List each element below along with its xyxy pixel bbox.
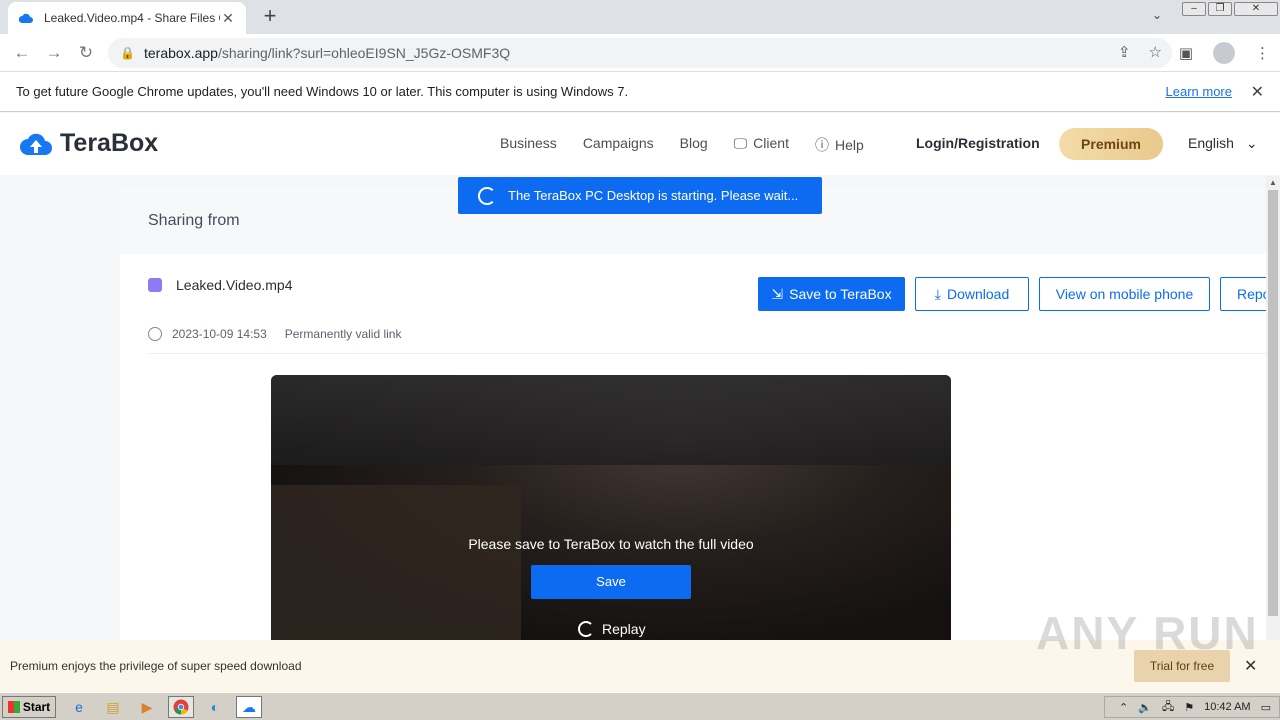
chevron-down-icon: ⌄ <box>1245 135 1258 151</box>
loading-toast: The TeraBox PC Desktop is starting. Plea… <box>458 177 822 214</box>
show-desktop-icon[interactable]: ▭ <box>1261 701 1271 714</box>
share-icon[interactable]: ⇪ <box>1118 43 1131 61</box>
replay-label: Replay <box>602 621 646 637</box>
terabox-favicon-icon <box>18 10 34 26</box>
address-bar[interactable]: 🔒 terabox.app/sharing/link?surl=ohleoEI9… <box>108 38 1172 68</box>
video-player[interactable]: Please save to TeraBox to watch the full… <box>271 375 951 640</box>
trial-for-free-button[interactable]: Trial for free <box>1134 650 1230 682</box>
media-player-icon[interactable]: ▶ <box>134 696 160 718</box>
clock[interactable]: 10:42 AM <box>1204 701 1250 713</box>
save-to-terabox-button[interactable]: ⇲ Save to TeraBox <box>758 277 905 311</box>
nav-client-label: Client <box>753 135 789 151</box>
download-button[interactable]: ⤓ Download <box>915 277 1029 311</box>
page-scrollbar[interactable]: ▲ <box>1266 176 1280 640</box>
minimize-icon[interactable]: – <box>1182 2 1206 16</box>
tab-strip: Leaked.Video.mp4 - Share Files Onlin ✕ +… <box>0 0 1280 34</box>
video-file-icon <box>148 278 162 292</box>
menu-kebab-icon[interactable]: ⋮ <box>1255 44 1270 62</box>
file-meta: 2023-10-09 14:53 Permanently valid link <box>148 327 401 341</box>
internet-explorer-icon[interactable]: e <box>66 696 92 718</box>
tab-close-icon[interactable]: ✕ <box>220 10 236 27</box>
network-icon[interactable]: 🖧 <box>1162 698 1174 717</box>
taskbar-apps: e ▤ ▶ ◐ ☁ <box>66 696 262 718</box>
toast-message: The TeraBox PC Desktop is starting. Plea… <box>508 188 799 203</box>
main-nav: Business Campaigns Blog 🖵 Client ⓘ Help <box>500 135 864 155</box>
tray-expand-icon[interactable]: ⌃ <box>1119 701 1128 714</box>
nav-help-label: Help <box>834 137 864 153</box>
side-panel-icon[interactable]: ▣ <box>1179 44 1193 62</box>
sharing-from-label: Sharing from <box>148 212 240 229</box>
help-circle-icon: ⓘ <box>814 137 829 153</box>
windows-taskbar: Start e ▤ ▶ ◐ ☁ ⌃ 🔈 🖧 ⚑ 10:42 AM ▭ <box>0 692 1280 720</box>
file-row: Leaked.Video.mp4 <box>148 277 293 293</box>
link-validity: Permanently valid link <box>284 327 402 341</box>
start-button[interactable]: Start <box>2 695 56 718</box>
lock-icon[interactable]: 🔒 <box>120 46 135 60</box>
window-close-icon[interactable]: ✕ <box>1234 2 1278 16</box>
language-label: English <box>1188 135 1234 151</box>
system-tray: ⌃ 🔈 🖧 ⚑ 10:42 AM ▭ <box>1104 696 1280 718</box>
scrollbar-thumb[interactable] <box>1268 190 1278 616</box>
video-save-button[interactable]: Save <box>531 565 691 599</box>
edge-icon[interactable]: ◐ <box>202 696 228 718</box>
save-icon: ⇲ <box>771 285 784 302</box>
tab-title: Leaked.Video.mp4 - Share Files Onlin <box>44 11 220 25</box>
url-host: terabox.app <box>144 45 218 61</box>
scroll-up-icon[interactable]: ▲ <box>1269 178 1277 187</box>
chrome-icon[interactable] <box>168 696 194 718</box>
terabox-logo[interactable]: TeraBox <box>20 129 158 158</box>
save-to-terabox-label: Save to TeraBox <box>789 286 892 302</box>
video-save-prompt: Please save to TeraBox to watch the full… <box>468 536 754 552</box>
share-date: 2023-10-09 14:53 <box>172 327 267 341</box>
nav-campaigns[interactable]: Campaigns <box>583 135 654 155</box>
nav-help[interactable]: ⓘ Help <box>815 135 864 155</box>
download-label: Download <box>946 286 1010 302</box>
premium-button[interactable]: Premium <box>1059 128 1163 160</box>
view-on-mobile-button[interactable]: View on mobile phone <box>1039 277 1210 311</box>
logo-text: TeraBox <box>60 129 159 157</box>
replay-icon <box>578 621 594 637</box>
download-icon: ⤓ <box>934 285 941 302</box>
view-on-mobile-label: View on mobile phone <box>1055 286 1194 302</box>
forward-icon[interactable]: → <box>38 43 70 63</box>
login-registration-link[interactable]: Login/Registration <box>916 135 1040 151</box>
language-selector[interactable]: English ⌄ <box>1188 135 1258 152</box>
chrome-update-infobar: To get future Google Chrome updates, you… <box>0 72 1280 112</box>
promo-message: Premium enjoys the privilege of super sp… <box>10 659 302 673</box>
file-explorer-icon[interactable]: ▤ <box>100 696 126 718</box>
new-tab-icon[interactable]: + <box>258 4 282 28</box>
profile-avatar-icon[interactable] <box>1213 42 1235 64</box>
start-label: Start <box>22 699 51 714</box>
terabox-taskbar-icon[interactable]: ☁ <box>236 696 262 718</box>
learn-more-link[interactable]: Learn more <box>1166 84 1232 99</box>
back-icon[interactable]: ← <box>6 43 38 63</box>
replay-button[interactable]: Replay <box>578 621 646 637</box>
clock-icon <box>148 327 162 341</box>
monitor-icon: 🖵 <box>733 135 748 151</box>
infobar-close-icon[interactable]: ✕ <box>1251 82 1264 102</box>
infobar-message: To get future Google Chrome updates, you… <box>16 84 629 99</box>
restore-icon[interactable]: ❐ <box>1208 2 1232 16</box>
reload-icon[interactable]: ↻ <box>70 43 102 63</box>
bookmark-star-icon[interactable]: ☆ <box>1149 43 1162 61</box>
nav-business[interactable]: Business <box>500 135 557 155</box>
flag-icon[interactable]: ⚑ <box>1184 701 1194 714</box>
file-name: Leaked.Video.mp4 <box>176 277 293 293</box>
nav-blog[interactable]: Blog <box>680 135 708 155</box>
promo-close-icon[interactable]: ✕ <box>1244 656 1257 676</box>
url-path: /sharing/link?surl=ohleoEI9SN_J5Gz-OSMF3… <box>217 45 511 61</box>
windows-logo-icon <box>7 700 20 713</box>
divider <box>148 353 1266 354</box>
browser-toolbar: ← → ↻ 🔒 terabox.app/sharing/link?surl=oh… <box>0 34 1280 72</box>
nav-client[interactable]: 🖵 Client <box>734 135 789 155</box>
site-header: TeraBox Business Campaigns Blog 🖵 Client … <box>0 113 1280 175</box>
video-overlay <box>271 375 951 640</box>
cloud-upload-icon <box>20 133 52 155</box>
spinner-icon <box>478 186 496 205</box>
volume-icon[interactable]: 🔈 <box>1138 701 1152 714</box>
browser-tab[interactable]: Leaked.Video.mp4 - Share Files Onlin ✕ <box>8 2 246 34</box>
tab-search-chevron-icon[interactable]: ⌄ <box>1152 8 1162 22</box>
window-controls: – ❐ ✕ <box>1182 2 1278 18</box>
